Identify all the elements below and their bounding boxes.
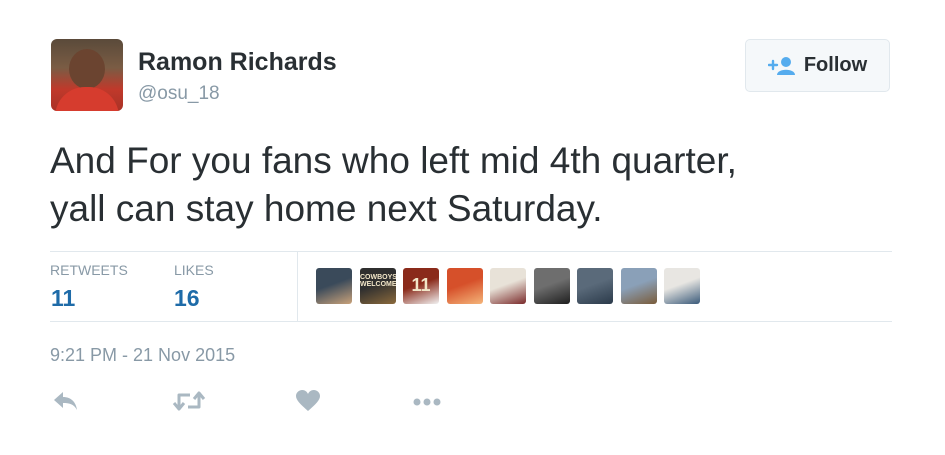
more-icon <box>412 394 442 412</box>
stats-divider <box>297 252 298 321</box>
retweets-label[interactable]: RETWEETS <box>50 262 128 278</box>
follow-user-icon <box>767 56 796 76</box>
avatar-shirt <box>55 87 119 111</box>
heart-icon <box>295 389 321 418</box>
reply-button[interactable] <box>52 390 80 416</box>
likes-count[interactable]: 16 <box>174 285 200 312</box>
liker-avatar-5[interactable] <box>490 268 526 304</box>
liker-avatar-8[interactable] <box>621 268 657 304</box>
user-handle[interactable]: @osu_18 <box>138 83 220 105</box>
liker-avatar-text: 11 <box>411 275 431 295</box>
liker-avatar-3[interactable]: 11 <box>403 268 439 304</box>
liker-avatar-1[interactable] <box>316 268 352 304</box>
divider-bottom <box>50 321 892 322</box>
avatar-face <box>69 49 105 89</box>
retweet-button[interactable] <box>172 390 206 416</box>
liker-avatar-2[interactable]: COWBOYS WELCOME <box>360 268 396 304</box>
liker-avatar-text: COWBOYS WELCOME <box>360 274 396 288</box>
like-button[interactable] <box>295 389 321 418</box>
tweet-timestamp[interactable]: 9:21 PM - 21 Nov 2015 <box>50 345 235 366</box>
retweet-icon <box>172 389 206 418</box>
follow-button[interactable]: Follow <box>745 39 890 92</box>
liker-avatar-9[interactable] <box>664 268 700 304</box>
liker-avatar-4[interactable] <box>447 268 483 304</box>
more-button[interactable] <box>412 390 442 416</box>
liker-avatar-7[interactable] <box>577 268 613 304</box>
tweet-text-line-2: yall can stay home next Saturday. <box>50 188 603 229</box>
divider-top <box>50 251 892 252</box>
liker-avatar-6[interactable] <box>534 268 570 304</box>
tweet-text: And For you fans who left mid 4th quarte… <box>50 137 890 233</box>
user-display-name[interactable]: Ramon Richards <box>138 48 337 77</box>
retweets-count[interactable]: 11 <box>51 285 75 312</box>
likes-label[interactable]: LIKES <box>174 262 214 278</box>
reply-icon <box>52 389 80 418</box>
profile-avatar[interactable] <box>51 39 123 111</box>
follow-button-label: Follow <box>803 54 868 76</box>
tweet-text-line-1: And For you fans who left mid 4th quarte… <box>50 140 737 181</box>
